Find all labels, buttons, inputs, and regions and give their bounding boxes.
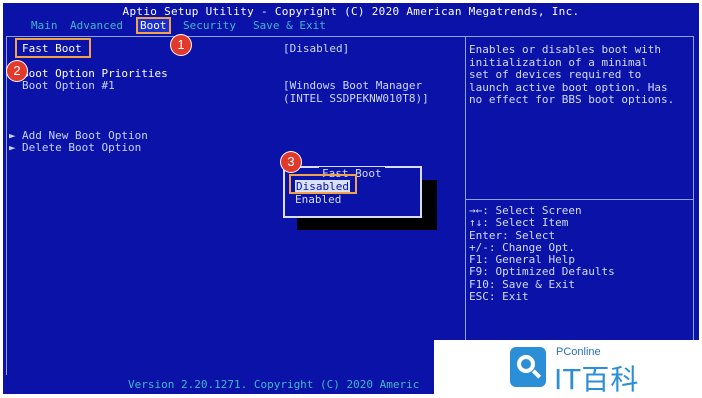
step-badge-3: 3 (281, 152, 301, 172)
help-description: Enables or disables boot with initializa… (469, 43, 675, 106)
popup-option-enabled[interactable]: Enabled (295, 193, 341, 206)
key-legend: →←: Select Screen ↑↓: Select Item Enter:… (469, 204, 615, 304)
disabled-option-highlight (289, 174, 357, 194)
fast-boot-value[interactable]: [Disabled] (283, 42, 349, 55)
watermark-small-text: PConline (556, 346, 601, 358)
fast-boot-popup: Fast Boot Disabled Enabled (283, 166, 422, 218)
watermark-logo: PConline IT百科 (434, 340, 702, 397)
tab-main[interactable]: Main (31, 19, 58, 32)
watermark-big-text: IT百科 (554, 363, 640, 396)
delete-boot-option[interactable]: Delete Boot Option (22, 141, 141, 154)
tab-boot[interactable]: Boot (136, 17, 171, 34)
magnifier-icon (510, 347, 546, 387)
tab-security[interactable]: Security (183, 19, 236, 32)
step-badge-1: 1 (171, 35, 191, 55)
footer-text: Version 2.20.1271. Copyright (C) 2020 Am… (128, 378, 420, 391)
step-badge-2: 2 (7, 61, 27, 81)
boot-option-1-value-line1[interactable]: [Windows Boot Manager (283, 79, 422, 92)
tab-save-exit[interactable]: Save & Exit (253, 19, 326, 32)
panel-divider (465, 36, 466, 379)
fast-boot-label[interactable]: Fast Boot (22, 42, 82, 55)
boot-option-1-label[interactable]: Boot Option #1 (22, 79, 115, 92)
boot-option-1-value-line2[interactable]: (INTEL SSDPEKNW010T8)] (283, 92, 429, 105)
tab-advanced[interactable]: Advanced (70, 19, 123, 32)
submenu-arrow-icon: ► (9, 141, 16, 154)
help-divider (466, 199, 694, 200)
bios-title: Aptio Setup Utility - Copyright (C) 2020… (122, 5, 580, 18)
bios-screen: Aptio Setup Utility - Copyright (C) 2020… (3, 3, 699, 394)
tab-bar: Main Advanced Boot Security Save & Exit (3, 17, 699, 34)
